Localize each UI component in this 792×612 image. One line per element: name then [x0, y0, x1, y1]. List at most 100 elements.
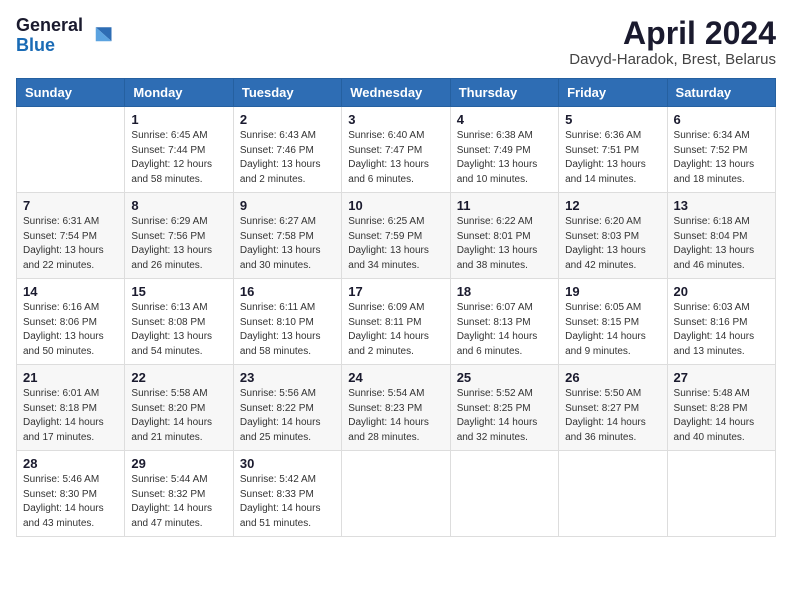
logo: General Blue	[16, 16, 115, 56]
day-number: 2	[240, 112, 335, 127]
day-info: Sunrise: 6:29 AMSunset: 7:56 PMDaylight:…	[131, 215, 226, 273]
header-friday: Friday	[559, 79, 667, 107]
day-number: 26	[565, 370, 660, 385]
day-number: 12	[565, 198, 660, 213]
day-cell	[342, 451, 450, 537]
day-info: Sunrise: 5:44 AMSunset: 8:32 PMDaylight:…	[131, 473, 226, 531]
day-info: Sunrise: 6:16 AMSunset: 8:06 PMDaylight:…	[23, 301, 118, 359]
day-cell: 24Sunrise: 5:54 AMSunset: 8:23 PMDayligh…	[342, 365, 450, 451]
header-saturday: Saturday	[667, 79, 775, 107]
day-info: Sunrise: 6:01 AMSunset: 8:18 PMDaylight:…	[23, 387, 118, 445]
title-section: April 2024 Davyd-Haradok, Brest, Belarus	[569, 16, 776, 68]
day-cell: 17 Sunrise: 6:09 AMSunset: 8:11 PMDayligh…	[342, 279, 450, 365]
day-cell: 5Sunrise: 6:36 AMSunset: 7:51 PMDaylight…	[559, 107, 667, 193]
day-info: Sunrise: 6:45 AMSunset: 7:44 PMDaylight:…	[131, 129, 226, 187]
day-info: Sunrise: 6:07 AMSunset: 8:13 PMDaylight:…	[457, 301, 552, 359]
day-cell	[667, 451, 775, 537]
calendar-header-row: SundayMondayTuesdayWednesdayThursdayFrid…	[17, 79, 776, 107]
header: General Blue April 2024 Davyd-Haradok, B…	[16, 16, 776, 68]
day-info: Sunrise: 6:25 AMSunset: 7:59 PMDaylight:…	[348, 215, 443, 273]
header-monday: Monday	[125, 79, 233, 107]
day-info: Sunrise: 6:09 AMSunset: 8:11 PMDaylight:…	[348, 301, 443, 359]
day-info: Sunrise: 6:40 AMSunset: 7:47 PMDaylight:…	[348, 129, 443, 187]
day-info: Sunrise: 5:50 AMSunset: 8:27 PMDaylight:…	[565, 387, 660, 445]
day-number: 6	[674, 112, 769, 127]
day-number: 17	[348, 284, 443, 299]
day-number: 9	[240, 198, 335, 213]
day-number: 4	[457, 112, 552, 127]
day-cell: 13 Sunrise: 6:18 AMSunset: 8:04 PMDayligh…	[667, 193, 775, 279]
day-info: Sunrise: 5:48 AMSunset: 8:28 PMDaylight:…	[674, 387, 769, 445]
day-cell: 1Sunrise: 6:45 AMSunset: 7:44 PMDaylight…	[125, 107, 233, 193]
day-info: Sunrise: 6:22 AMSunset: 8:01 PMDaylight:…	[457, 215, 552, 273]
day-number: 18	[457, 284, 552, 299]
day-info: Sunrise: 6:38 AMSunset: 7:49 PMDaylight:…	[457, 129, 552, 187]
day-number: 19	[565, 284, 660, 299]
day-cell: 30 Sunrise: 5:42 AMSunset: 8:33 PMDayligh…	[233, 451, 341, 537]
day-cell	[559, 451, 667, 537]
header-wednesday: Wednesday	[342, 79, 450, 107]
header-tuesday: Tuesday	[233, 79, 341, 107]
day-cell: 2Sunrise: 6:43 AMSunset: 7:46 PMDaylight…	[233, 107, 341, 193]
main-title: April 2024	[569, 16, 776, 51]
day-info: Sunrise: 5:46 AMSunset: 8:30 PMDaylight:…	[23, 473, 118, 531]
day-info: Sunrise: 5:52 AMSunset: 8:25 PMDaylight:…	[457, 387, 552, 445]
week-row-3: 14Sunrise: 6:16 AMSunset: 8:06 PMDayligh…	[17, 279, 776, 365]
week-row-1: 1Sunrise: 6:45 AMSunset: 7:44 PMDaylight…	[17, 107, 776, 193]
day-cell: 29 Sunrise: 5:44 AMSunset: 8:32 PMDayligh…	[125, 451, 233, 537]
day-info: Sunrise: 6:18 AMSunset: 8:04 PMDaylight:…	[674, 215, 769, 273]
day-number: 23	[240, 370, 335, 385]
calendar-table: SundayMondayTuesdayWednesdayThursdayFrid…	[16, 78, 776, 537]
day-number: 27	[674, 370, 769, 385]
day-number: 16	[240, 284, 335, 299]
day-info: Sunrise: 6:36 AMSunset: 7:51 PMDaylight:…	[565, 129, 660, 187]
day-cell: 8 Sunrise: 6:29 AMSunset: 7:56 PMDaylight…	[125, 193, 233, 279]
day-cell: 6Sunrise: 6:34 AMSunset: 7:52 PMDaylight…	[667, 107, 775, 193]
day-number: 28	[23, 456, 118, 471]
day-number: 13	[674, 198, 769, 213]
day-cell: 10 Sunrise: 6:25 AMSunset: 7:59 PMDayligh…	[342, 193, 450, 279]
day-number: 30	[240, 456, 335, 471]
day-cell: 25 Sunrise: 5:52 AMSunset: 8:25 PMDayligh…	[450, 365, 558, 451]
day-cell	[450, 451, 558, 537]
header-thursday: Thursday	[450, 79, 558, 107]
day-cell: 3Sunrise: 6:40 AMSunset: 7:47 PMDaylight…	[342, 107, 450, 193]
day-info: Sunrise: 6:27 AMSunset: 7:58 PMDaylight:…	[240, 215, 335, 273]
logo-icon	[87, 22, 115, 50]
day-cell: 23 Sunrise: 5:56 AMSunset: 8:22 PMDayligh…	[233, 365, 341, 451]
day-info: Sunrise: 5:56 AMSunset: 8:22 PMDaylight:…	[240, 387, 335, 445]
logo-general: General	[16, 16, 83, 36]
day-info: Sunrise: 6:03 AMSunset: 8:16 PMDaylight:…	[674, 301, 769, 359]
week-row-4: 21 Sunrise: 6:01 AMSunset: 8:18 PMDayligh…	[17, 365, 776, 451]
subtitle: Davyd-Haradok, Brest, Belarus	[569, 51, 776, 68]
day-info: Sunrise: 6:13 AMSunset: 8:08 PMDaylight:…	[131, 301, 226, 359]
day-cell: 19 Sunrise: 6:05 AMSunset: 8:15 PMDayligh…	[559, 279, 667, 365]
day-cell: 12 Sunrise: 6:20 AMSunset: 8:03 PMDayligh…	[559, 193, 667, 279]
day-number: 25	[457, 370, 552, 385]
day-cell: 22Sunrise: 5:58 AMSunset: 8:20 PMDayligh…	[125, 365, 233, 451]
day-number: 22	[131, 370, 226, 385]
day-number: 7	[23, 198, 118, 213]
day-info: Sunrise: 6:31 AMSunset: 7:54 PMDaylight:…	[23, 215, 118, 273]
day-number: 29	[131, 456, 226, 471]
day-cell: 14Sunrise: 6:16 AMSunset: 8:06 PMDayligh…	[17, 279, 125, 365]
header-sunday: Sunday	[17, 79, 125, 107]
day-cell	[17, 107, 125, 193]
day-number: 15	[131, 284, 226, 299]
day-cell: 4 Sunrise: 6:38 AMSunset: 7:49 PMDaylight…	[450, 107, 558, 193]
day-number: 10	[348, 198, 443, 213]
logo-text: General Blue	[16, 16, 83, 56]
day-info: Sunrise: 6:05 AMSunset: 8:15 PMDaylight:…	[565, 301, 660, 359]
day-cell: 21 Sunrise: 6:01 AMSunset: 8:18 PMDayligh…	[17, 365, 125, 451]
day-cell: 7 Sunrise: 6:31 AMSunset: 7:54 PMDaylight…	[17, 193, 125, 279]
day-cell: 27 Sunrise: 5:48 AMSunset: 8:28 PMDayligh…	[667, 365, 775, 451]
day-info: Sunrise: 5:42 AMSunset: 8:33 PMDaylight:…	[240, 473, 335, 531]
day-cell: 15 Sunrise: 6:13 AMSunset: 8:08 PMDayligh…	[125, 279, 233, 365]
day-cell: 26 Sunrise: 5:50 AMSunset: 8:27 PMDayligh…	[559, 365, 667, 451]
day-number: 8	[131, 198, 226, 213]
day-info: Sunrise: 6:20 AMSunset: 8:03 PMDaylight:…	[565, 215, 660, 273]
day-number: 20	[674, 284, 769, 299]
day-cell: 16Sunrise: 6:11 AMSunset: 8:10 PMDayligh…	[233, 279, 341, 365]
day-cell: 18 Sunrise: 6:07 AMSunset: 8:13 PMDayligh…	[450, 279, 558, 365]
day-number: 21	[23, 370, 118, 385]
